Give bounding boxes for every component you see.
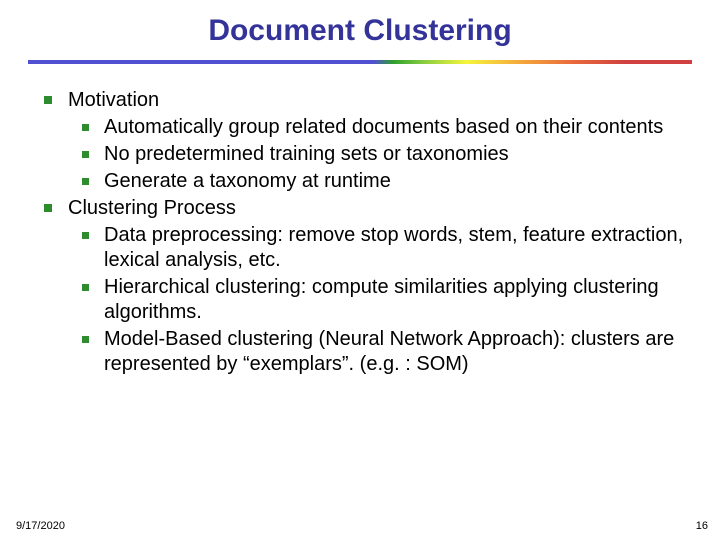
subbullet: No predetermined training sets or taxono… <box>68 142 692 167</box>
subbullet: Automatically group related documents ba… <box>68 115 692 140</box>
subbullet: Generate a taxonomy at runtime <box>68 169 692 194</box>
subbullet: Model-Based clustering (Neural Network A… <box>68 327 692 377</box>
bullet-label: Clustering Process <box>68 197 236 219</box>
bullet-clustering-process: Clustering Process Data preprocessing: r… <box>28 196 692 377</box>
slide-title: Document Clustering <box>28 14 692 48</box>
slide-content: Motivation Automatically group related d… <box>28 88 692 377</box>
slide: Document Clustering Motivation Automatic… <box>0 0 720 540</box>
bullet-label: Motivation <box>68 89 159 111</box>
bullet-motivation: Motivation Automatically group related d… <box>28 88 692 194</box>
slide-footer: 9/17/2020 16 <box>16 520 708 532</box>
subbullet: Hierarchical clustering: compute similar… <box>68 275 692 325</box>
rainbow-divider <box>28 60 692 64</box>
subbullet: Data preprocessing: remove stop words, s… <box>68 223 692 273</box>
footer-page-number: 16 <box>696 520 708 532</box>
footer-date: 9/17/2020 <box>16 520 65 532</box>
